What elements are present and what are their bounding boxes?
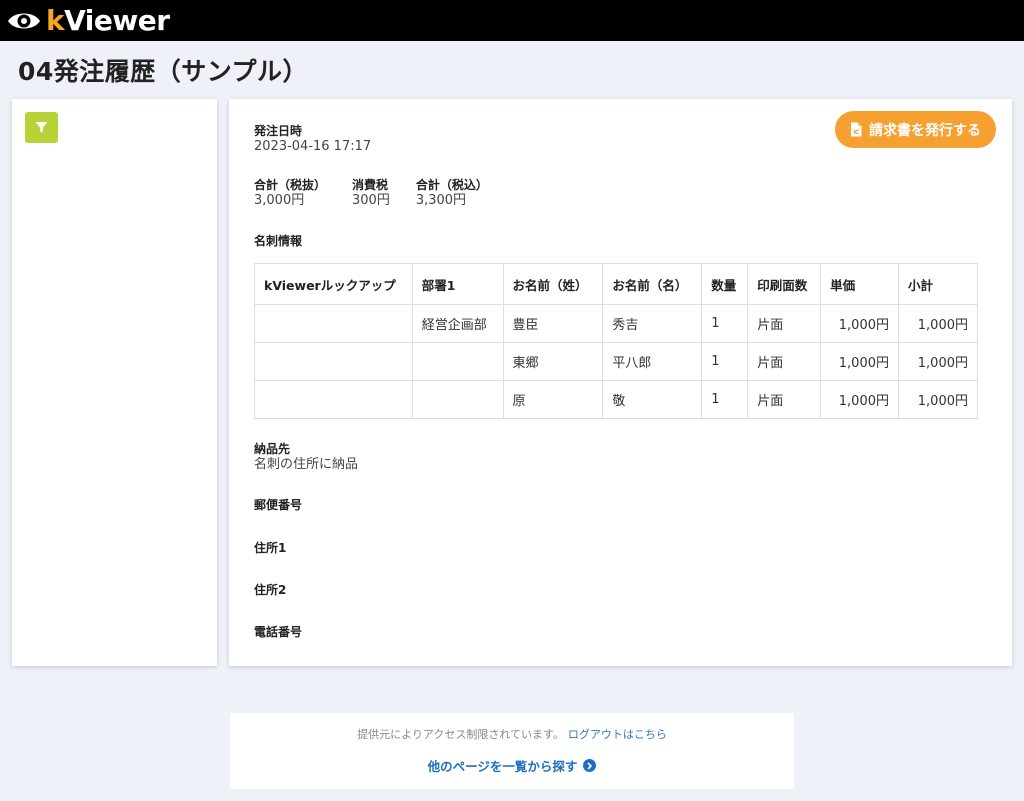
table-cell: 敬 [602,380,703,419]
other-pages-link[interactable]: 他のページを一覧から探す [230,756,794,775]
app-logo[interactable]: kViewer [46,0,170,41]
table-row: 経営企画部 豊臣 秀吉 1 片面 1,000円 1,000円 [254,304,978,343]
consumption-tax-value: 300円 [352,193,390,208]
table-cell [411,380,504,419]
phone-label: 電話番号 [254,625,303,639]
address1-label: 住所1 [254,541,287,555]
table-cell [254,342,413,381]
column-header: お名前（姓） [502,263,604,305]
logo-k: k [46,4,65,37]
table-cell: 秀吉 [602,304,703,343]
table-cell: 東郷 [502,342,604,381]
delivery-label: 納品先 [254,442,291,456]
filter-icon [35,122,48,133]
table-cell: 片面 [747,342,822,381]
other-pages-label: 他のページを一覧から探す [427,759,578,774]
pdf-file-icon [851,122,862,137]
table-cell: 片面 [747,380,822,419]
table-cell: 片面 [747,304,822,343]
order-date-block: 発注日時 2023-04-16 17:17 [254,124,371,155]
access-note-text: 提供元によりアクセス制限されています。 [357,728,564,741]
subtotal-excl-tax-value: 3,000円 [254,193,305,208]
total-incl-tax: 合計（税込） 3,300円 [416,178,488,209]
top-bar: kViewer [0,0,1024,41]
table-cell: 1 [701,304,749,343]
table-cell: 1 [701,342,749,381]
table-cell: 経営企画部 [411,304,504,343]
column-header: 印刷面数 [747,263,822,305]
order-date-value: 2023-04-16 17:17 [254,139,372,154]
table-row: 東郷 平八郎 1 片面 1,000円 1,000円 [254,342,978,381]
table-cell [254,380,413,419]
table-cell: 1 [701,380,749,419]
issue-invoice-label: 請求書を発行する [869,122,981,139]
order-detail-panel: 請求書を発行する 発注日時 2023-04-16 17:17 合計（税抜） 3,… [229,99,1012,666]
table-cell [411,342,504,381]
subtotal-excl-tax: 合計（税抜） 3,000円 [254,178,326,209]
access-note: 提供元によりアクセス制限されています。 ログアウトはこちら [230,726,794,742]
filter-panel [12,99,217,666]
card-info-label: 名刺情報 [254,234,303,248]
table-cell: 原 [502,380,604,419]
eye-logo-icon [8,13,40,28]
column-header: 部署1 [411,263,504,305]
table-header-row: kViewerルックアップ 部署1 お名前（姓） お名前（名） 数量 印刷面数 … [254,263,978,305]
column-header: kViewerルックアップ [254,263,413,305]
column-header: 小計 [898,263,978,305]
totals-block: 合計（税抜） 3,000円 消費税 300円 合計（税込） 3,300円 [254,178,514,209]
table-cell: 豊臣 [502,304,604,343]
issue-invoice-button[interactable]: 請求書を発行する [835,111,996,148]
order-date-label: 発注日時 [254,124,303,138]
card-info-table: kViewerルックアップ 部署1 お名前（姓） お名前（名） 数量 印刷面数 … [254,263,978,419]
delivery-value: 名刺の住所に納品 [254,457,359,472]
table-cell: 1,000円 [820,380,899,419]
table-cell: 1,000円 [898,304,978,343]
table-cell: 1,000円 [820,342,899,381]
column-header: 単価 [820,263,899,305]
total-incl-tax-label: 合計（税込） [415,178,488,192]
table-row: 原 敬 1 片面 1,000円 1,000円 [254,380,978,419]
chevron-right-circle-icon [583,759,597,772]
logout-link[interactable]: ログアウトはこちら [568,728,667,741]
table-cell: 1,000円 [898,380,978,419]
consumption-tax-label: 消費税 [352,178,389,192]
postal-code-label: 郵便番号 [254,498,303,512]
table-cell: 1,000円 [898,342,978,381]
logo-viewer: Viewer [64,4,170,37]
consumption-tax: 消費税 300円 [352,178,390,209]
total-incl-tax-value: 3,300円 [415,193,467,208]
footer: 提供元によりアクセス制限されています。 ログアウトはこちら 他のページを一覧から探… [230,713,794,789]
subtotal-excl-tax-label: 合計（税抜） [254,178,327,192]
column-header: お名前（名） [602,263,703,305]
column-header: 数量 [701,263,749,305]
filter-button[interactable] [25,112,58,143]
table-cell [254,304,413,343]
table-cell: 平八郎 [602,342,703,381]
delivery-block: 納品先 名刺の住所に納品 [254,442,358,473]
address2-label: 住所2 [254,583,287,597]
table-cell: 1,000円 [820,304,899,343]
page-title: 04発注履歴（サンプル） [18,57,309,86]
